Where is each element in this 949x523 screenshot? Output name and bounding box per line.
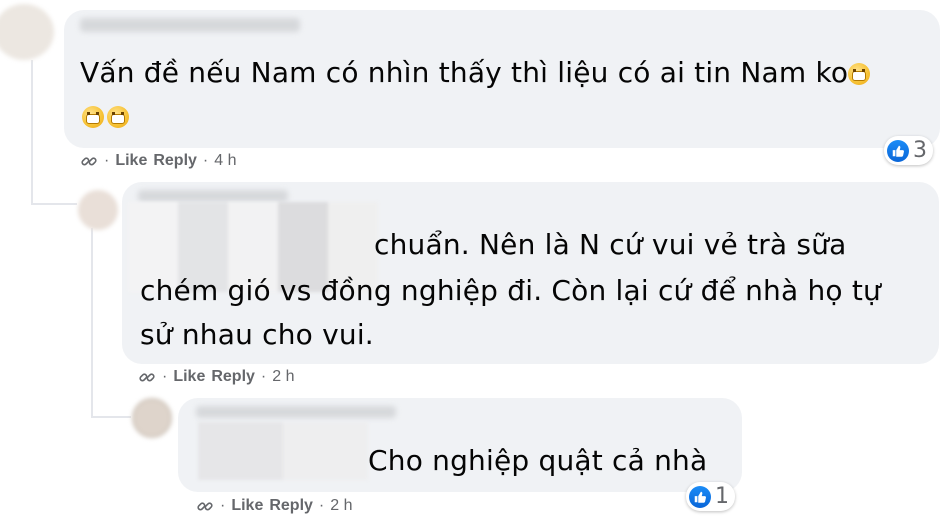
timestamp[interactable]: 4 h xyxy=(214,152,236,170)
timestamp[interactable]: 2 h xyxy=(330,497,352,515)
reply-button[interactable]: Reply xyxy=(211,368,255,386)
like-button[interactable]: Like xyxy=(115,152,147,170)
comment-actions: · Like Reply · 4 h xyxy=(80,152,237,170)
separator: · xyxy=(202,152,209,169)
thread-line-main-elbow xyxy=(31,203,77,205)
emoji-row xyxy=(82,106,132,128)
avatar[interactable] xyxy=(132,398,172,438)
grimace-emoji-icon xyxy=(848,63,871,85)
reaction-count[interactable]: 1 xyxy=(686,482,735,511)
link-icon xyxy=(197,502,213,511)
pixelated-redaction xyxy=(198,422,368,480)
separator: · xyxy=(260,368,267,385)
separator: · xyxy=(162,368,168,385)
link-icon xyxy=(139,373,155,382)
comment-actions: · Like Reply · 2 h xyxy=(196,497,353,515)
comment-text-line3: sử nhau cho vui. xyxy=(140,318,374,351)
thread-line-reply-elbow xyxy=(91,416,131,418)
grimace-emoji-icon xyxy=(82,106,104,128)
like-button[interactable]: Like xyxy=(231,497,263,515)
comment-bubble: Cho nghiệp quật cả nhà xyxy=(178,398,742,492)
thread-line-main xyxy=(31,60,33,205)
comment-bubble: Vấn đề nếu Nam có nhìn thấy thì liệu có … xyxy=(64,10,940,148)
link-icon xyxy=(81,157,97,166)
like-reaction-icon xyxy=(689,485,711,508)
grimace-emoji-icon xyxy=(107,106,129,128)
reaction-count[interactable]: 3 xyxy=(884,136,933,165)
separator: · xyxy=(318,497,325,514)
thread-line-reply xyxy=(91,228,93,418)
like-button[interactable]: Like xyxy=(173,368,205,386)
avatar[interactable] xyxy=(78,190,118,230)
separator: · xyxy=(104,152,110,169)
reply-button[interactable]: Reply xyxy=(153,152,197,170)
author-name-redacted[interactable] xyxy=(196,406,396,418)
separator: · xyxy=(220,497,226,514)
author-name-redacted[interactable] xyxy=(138,190,288,202)
comment-actions: · Like Reply · 2 h xyxy=(138,368,295,386)
timestamp[interactable]: 2 h xyxy=(272,368,294,386)
reply-button[interactable]: Reply xyxy=(269,497,313,515)
reaction-count-value: 3 xyxy=(913,138,927,163)
comment-text: Cho nghiệp quật cả nhà xyxy=(368,444,708,477)
comment-text-line2: chém gió vs đồng nghiệp đi. Còn lại cứ đ… xyxy=(140,274,881,307)
author-name-redacted[interactable] xyxy=(80,18,300,32)
avatar[interactable] xyxy=(0,4,54,60)
comment-bubble: chuẩn. Nên là N cứ vui vẻ trà sữa chém g… xyxy=(122,182,939,364)
comment-text: Vấn đề nếu Nam có nhìn thấy thì liệu có … xyxy=(80,54,873,92)
like-reaction-icon xyxy=(887,139,909,162)
comment-text-line1: chuẩn. Nên là N cứ vui vẻ trà sữa xyxy=(374,228,847,261)
reaction-count-value: 1 xyxy=(715,484,729,509)
